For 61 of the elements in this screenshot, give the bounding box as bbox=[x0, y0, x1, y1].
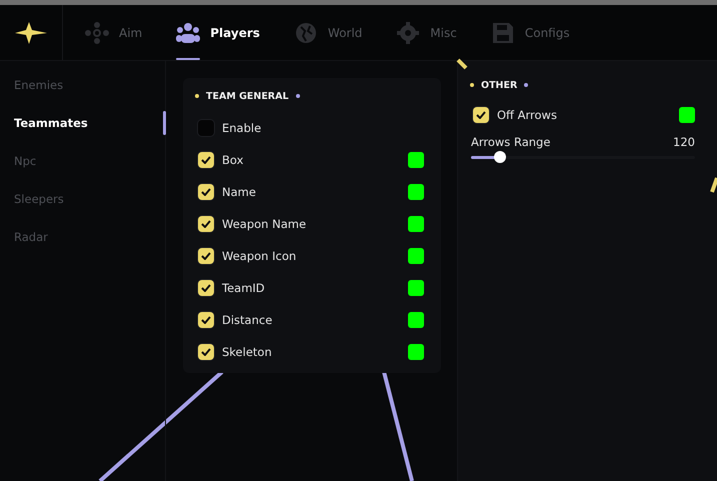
color-swatch[interactable] bbox=[408, 344, 424, 360]
option-label: Enable bbox=[222, 121, 262, 135]
dot-icon bbox=[470, 83, 474, 87]
sidebar-item[interactable]: Enemies bbox=[0, 71, 165, 109]
check-icon bbox=[201, 188, 211, 196]
nav-tab[interactable]: World bbox=[294, 5, 362, 60]
section-title: OTHER bbox=[481, 80, 518, 90]
option-label: Weapon Icon bbox=[222, 249, 298, 263]
option-label: Off Arrows bbox=[497, 108, 558, 122]
checkbox[interactable] bbox=[198, 344, 214, 360]
color-swatch[interactable] bbox=[408, 248, 424, 264]
check-icon bbox=[201, 284, 211, 292]
dot-icon bbox=[524, 83, 528, 87]
check-icon bbox=[201, 252, 211, 260]
slider-handle[interactable] bbox=[494, 151, 506, 163]
color-swatch[interactable] bbox=[679, 107, 695, 123]
checkbox[interactable] bbox=[473, 107, 489, 123]
checkbox[interactable] bbox=[198, 248, 214, 264]
nav-tab[interactable]: Aim bbox=[85, 5, 142, 60]
slider-value: 120 bbox=[673, 135, 695, 149]
sidebar-item[interactable]: Radar bbox=[0, 223, 165, 261]
line-drawing bbox=[456, 58, 468, 70]
nav-tab[interactable]: Misc bbox=[396, 5, 457, 60]
checkbox[interactable] bbox=[198, 152, 214, 168]
color-swatch[interactable] bbox=[408, 312, 424, 328]
sidebar-item[interactable]: Npc bbox=[0, 147, 165, 185]
checkbox[interactable] bbox=[198, 184, 214, 200]
sidebar-item[interactable]: Teammates bbox=[0, 109, 165, 147]
checkbox[interactable] bbox=[198, 216, 214, 232]
color-swatch[interactable] bbox=[408, 184, 424, 200]
check-icon bbox=[201, 316, 211, 324]
option-label: Box bbox=[222, 153, 244, 167]
slider-label: Arrows Range bbox=[471, 135, 550, 149]
color-swatch[interactable] bbox=[408, 280, 424, 296]
option-label: Name bbox=[222, 185, 257, 199]
nav-tab[interactable]: Players bbox=[176, 5, 260, 60]
option-label: Skeleton bbox=[222, 345, 273, 359]
dot-icon bbox=[296, 94, 300, 98]
line-drawing bbox=[709, 176, 717, 194]
users-icon bbox=[176, 22, 200, 44]
sidebar-item[interactable]: Sleepers bbox=[0, 185, 165, 223]
option-label: Distance bbox=[222, 313, 274, 327]
check-icon bbox=[201, 348, 211, 356]
checkbox[interactable] bbox=[198, 120, 214, 136]
section-title: TEAM GENERAL bbox=[206, 90, 289, 102]
nav-tab[interactable]: Configs bbox=[490, 5, 570, 60]
checkbox[interactable] bbox=[198, 312, 214, 328]
option-label: TeamID bbox=[222, 281, 266, 295]
check-icon bbox=[476, 111, 486, 119]
checkbox[interactable] bbox=[198, 280, 214, 296]
option-label: Weapon Name bbox=[222, 217, 308, 231]
color-swatch[interactable] bbox=[408, 216, 424, 232]
color-swatch[interactable] bbox=[408, 152, 424, 168]
sparkle-logo-icon bbox=[15, 22, 47, 44]
globe-icon bbox=[294, 22, 318, 44]
crosshair-icon bbox=[85, 22, 109, 44]
floppy-icon bbox=[490, 22, 515, 44]
check-icon bbox=[201, 220, 211, 228]
gear-icon bbox=[396, 22, 420, 44]
dot-icon bbox=[195, 94, 199, 98]
check-icon bbox=[201, 156, 211, 164]
